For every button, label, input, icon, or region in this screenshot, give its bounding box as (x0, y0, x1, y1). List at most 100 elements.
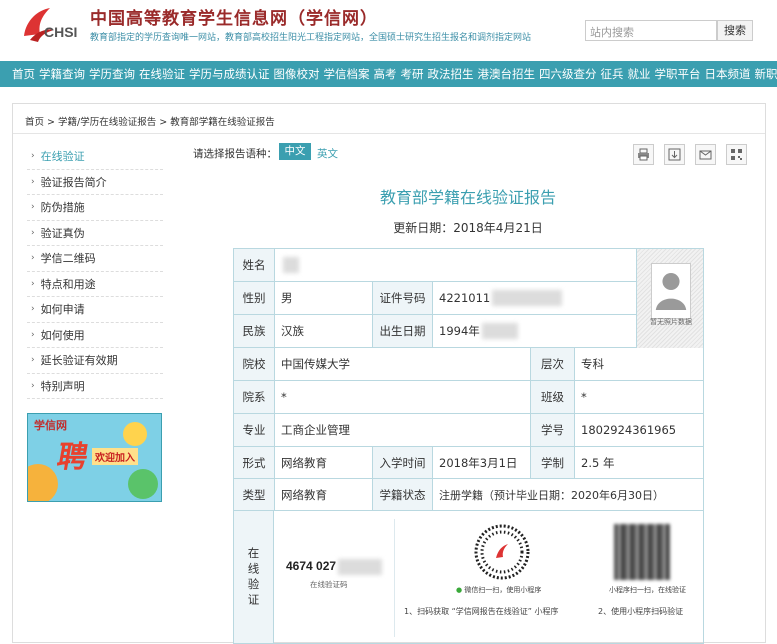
qrcode-caption-text: 微信扫一扫，使用小程序 (464, 586, 541, 594)
qrcode-button[interactable] (726, 144, 747, 165)
report-title: 教育部学籍在线验证报告 (233, 184, 703, 208)
sidebar-item-anticounterfeit[interactable]: › 防伪措施 (27, 195, 163, 221)
nav-item[interactable]: 高考 (374, 66, 397, 82)
sidebar-item-label: 验证报告简介 (41, 174, 107, 190)
nav-item[interactable]: 征兵 (601, 66, 624, 82)
class-label: 班级 (530, 381, 574, 413)
name-label: 姓名 (234, 249, 274, 281)
study-form-label: 形式 (234, 447, 274, 478)
sidebar-item-qrcode[interactable]: ›学信二维码 (27, 246, 163, 272)
nav-item[interactable]: 学历与成绩认证 (189, 66, 270, 82)
birth-text: 1994年 (439, 323, 480, 339)
entry-date-label: 入学时间 (372, 447, 432, 478)
nav-item[interactable]: 就业 (628, 66, 651, 82)
banner-logo: 学信网 (34, 417, 67, 433)
chevron-right-icon: › (31, 304, 35, 314)
nav-item[interactable]: 学籍查询 (39, 66, 85, 82)
nav-item[interactable]: 政法招生 (428, 66, 474, 82)
nav-item[interactable]: 港澳台招生 (478, 66, 536, 82)
verify-qrcode-caption: 小程序扫一扫，在线验证 (609, 585, 686, 595)
avatar-placeholder-icon (651, 263, 691, 319)
decor-shape (128, 469, 158, 499)
language-english-link[interactable]: 英文 (317, 146, 338, 161)
id-label: 证件号码 (372, 282, 432, 314)
sidebar-item-label: 防伪措施 (41, 199, 85, 215)
verify-label: 在线验证 (234, 511, 274, 644)
divider (394, 519, 395, 637)
gender-value: 男 (274, 282, 372, 314)
department-value: * (274, 381, 530, 413)
breadcrumb[interactable]: 首页 > 学籍/学历在线验证报告 > 教育部学籍在线验证报告 (25, 114, 275, 128)
department-label: 院系 (234, 381, 274, 413)
search-input[interactable]: 站内搜索 (585, 20, 717, 41)
chevron-right-icon: › (31, 279, 35, 289)
search-button[interactable]: 搜索 (717, 20, 753, 41)
sidebar-item-label: 如何使用 (41, 327, 85, 343)
sidebar-item-how-use[interactable]: ›如何使用 (27, 323, 163, 349)
nav-item[interactable]: 学信档案 (324, 66, 370, 82)
id-value: 4221011 (432, 282, 636, 314)
nav-item[interactable]: 新职业 (755, 66, 777, 82)
report-table: 姓名 性别 男 证件号码 4221011 民族 汉族 出生日期 1994年 暂无… (233, 248, 704, 644)
table-row: 姓名 (234, 249, 636, 282)
table-row: 专业 工商企业管理 学号 1802924361965 (234, 414, 703, 447)
sidebar-item-verify-authenticity[interactable]: ›验证真伪 (27, 221, 163, 247)
chevron-right-icon: › (31, 253, 35, 263)
sidebar-item-features[interactable]: › 特点和用途 (27, 272, 163, 298)
sidebar-item-how-apply[interactable]: ›如何申请 (27, 297, 163, 323)
report-update-date: 更新日期：2018年4月21日 (233, 219, 703, 236)
chevron-right-icon: › (31, 202, 35, 212)
nav-item[interactable]: 首页 (12, 66, 35, 82)
study-form-value: 网络教育 (274, 447, 372, 478)
nav-item[interactable]: 考研 (401, 66, 424, 82)
decor-shape (27, 464, 58, 502)
logo-text: CHSI (44, 24, 77, 40)
type-label: 类型 (234, 479, 274, 510)
divider (13, 133, 765, 134)
nav-item[interactable]: 学职平台 (655, 66, 701, 82)
sidebar-item-label: 延长验证有效期 (41, 352, 118, 368)
ethnic-label: 民族 (234, 315, 274, 347)
language-label: 请选择报告语种： (193, 146, 277, 161)
miniprogram-qrcode[interactable] (474, 524, 530, 580)
entry-date-value: 2018年3月1日 (432, 447, 530, 478)
site-header: CHSI 中国高等教育学生信息网（学信网） 教育部指定的学历查询唯一网站，教育部… (0, 0, 777, 58)
nav-item[interactable]: 在线验证 (139, 66, 185, 82)
recruit-banner[interactable]: 学信网 聘 欢迎加入 (27, 413, 162, 502)
status-label: 学籍状态 (372, 479, 432, 510)
redacted-mask (492, 290, 562, 306)
sidebar-item-label: 特别声明 (41, 378, 85, 394)
mail-icon (699, 148, 712, 161)
table-row: 形式 网络教育 入学时间 2018年3月1日 学制 2.5 年 (234, 447, 703, 479)
sidebar-item-label: 在线验证 (41, 148, 85, 164)
verify-code-text: 4674 027 (286, 559, 336, 573)
language-chinese-button[interactable]: 中文 (279, 143, 311, 160)
sidebar-item-intro[interactable]: › 验证报告简介 (27, 170, 163, 196)
nav-item[interactable]: 图像校对 (274, 66, 320, 82)
sidebar-item-statement[interactable]: › 特别声明 (27, 374, 163, 400)
level-label: 层次 (530, 348, 574, 380)
chevron-right-icon: › (31, 355, 35, 365)
sidebar: ›在线验证 ›验证报告简介 ›防伪措施 ›验证真伪 ›学信二维码 ›特点和用途 … (27, 144, 163, 399)
photo-caption: 暂无照片数据 (637, 317, 704, 327)
sidebar-item-extend[interactable]: › 延长验证有效期 (27, 348, 163, 374)
sidebar-item-label: 特点和用途 (41, 276, 96, 292)
nav-item[interactable]: 日本频道 (705, 66, 751, 82)
status-value: 注册学籍（预计毕业日期：2020年6月30日） (432, 479, 704, 510)
school-value: 中国传媒大学 (274, 348, 530, 380)
id-text: 4221011 (439, 291, 490, 305)
chevron-right-icon: › (31, 381, 35, 391)
nav-item[interactable]: 四六级查分 (539, 66, 597, 82)
site-title[interactable]: 中国高等教育学生信息网（学信网） (90, 4, 378, 29)
download-button[interactable] (664, 144, 685, 165)
wechat-icon: ● (456, 586, 462, 594)
redacted-mask (482, 323, 518, 339)
sidebar-item-online-verify[interactable]: ›在线验证 (27, 144, 163, 170)
nav-item[interactable]: 学历查询 (89, 66, 135, 82)
verify-qrcode[interactable] (614, 524, 670, 580)
level-value: 专科 (574, 348, 704, 380)
chevron-right-icon: › (31, 177, 35, 187)
print-button[interactable] (633, 144, 654, 165)
email-button[interactable] (695, 144, 716, 165)
sidebar-item-label: 验证真伪 (41, 225, 85, 241)
